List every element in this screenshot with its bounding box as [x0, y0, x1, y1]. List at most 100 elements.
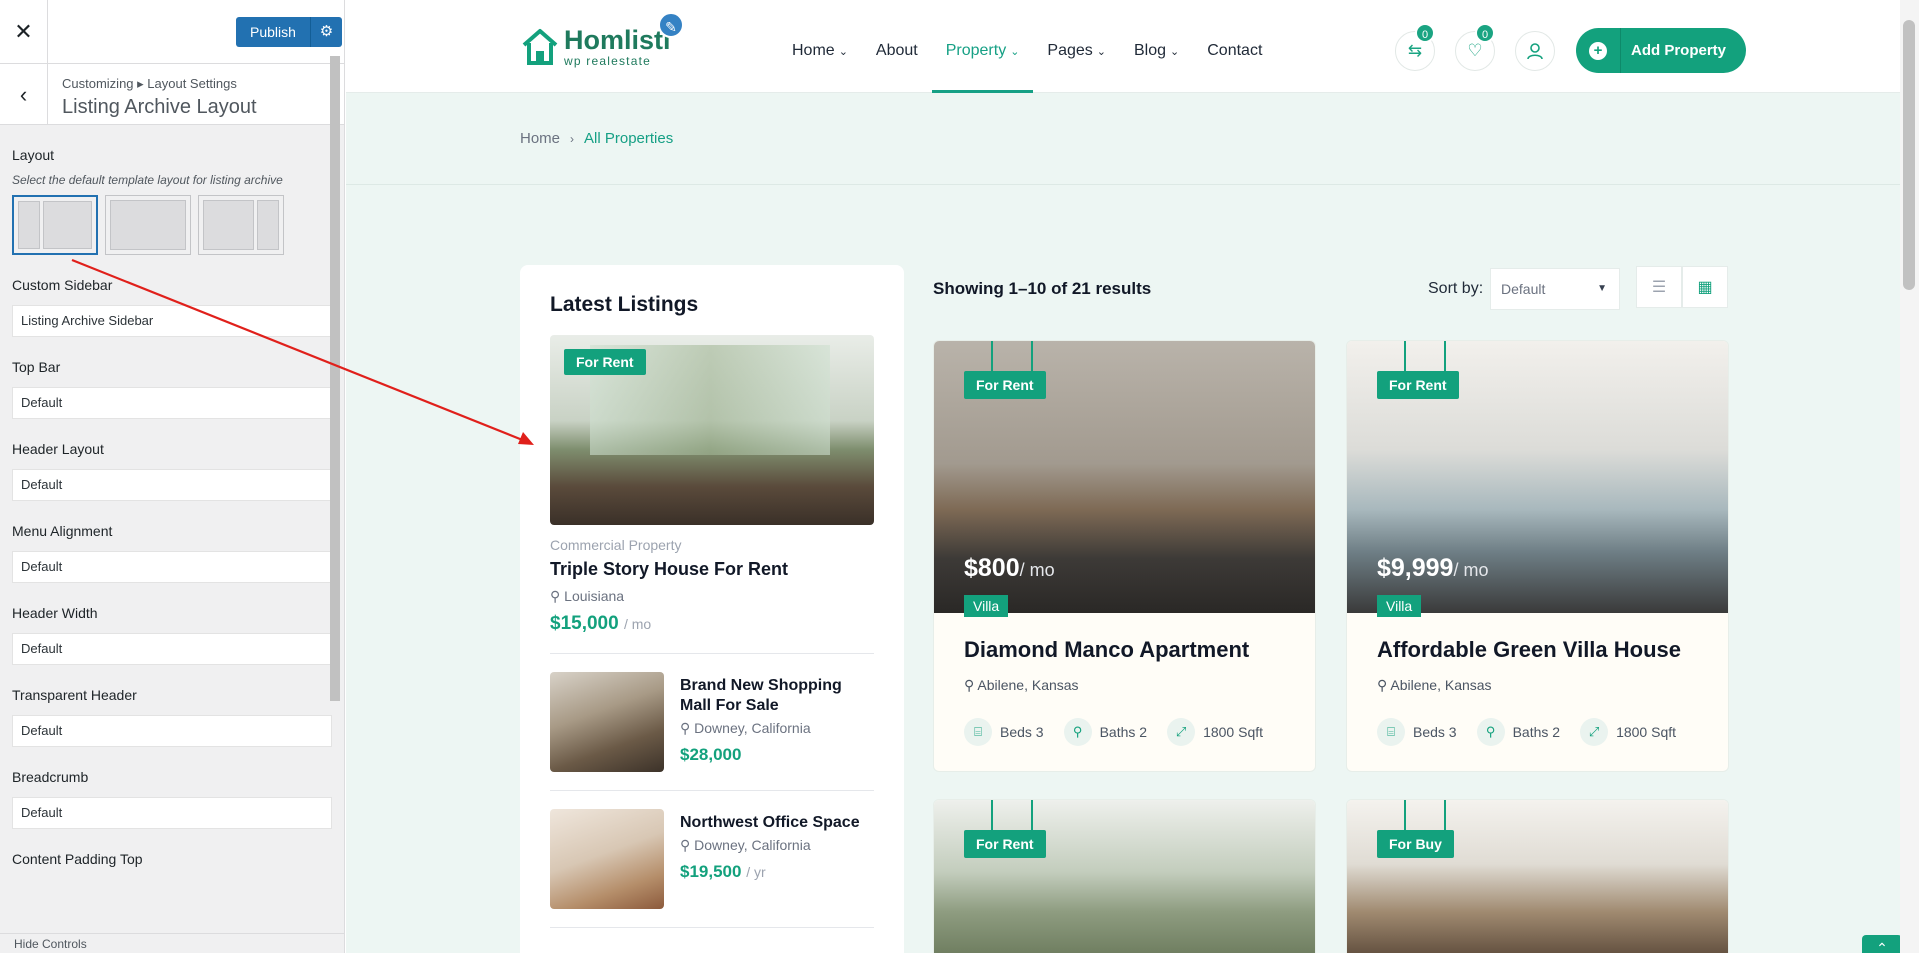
- nav-about[interactable]: About: [862, 0, 932, 93]
- property-title[interactable]: Affordable Green Villa House: [1377, 637, 1698, 663]
- baths-feature: ⚲ Baths 2: [1063, 718, 1147, 746]
- logo-text: Homlisti wp realestate: [564, 26, 671, 68]
- header-layout-select[interactable]: Default: [12, 469, 332, 501]
- listing-title[interactable]: Northwest Office Space: [680, 813, 860, 833]
- listing-price: $28,000: [680, 745, 742, 764]
- expand-icon: ⤢: [1167, 718, 1196, 746]
- grid-icon: ▦: [1697, 279, 1713, 296]
- bed-icon: ⌸: [1377, 718, 1405, 746]
- nav-property[interactable]: Property ⌄: [931, 0, 1034, 93]
- header-width-select[interactable]: Default: [12, 633, 332, 665]
- page-scrollbar[interactable]: [1900, 0, 1919, 953]
- publish-group: Publish ⚙: [236, 17, 342, 47]
- logo-name: Homlisti: [564, 25, 671, 55]
- list-item[interactable]: Brand New Shopping Mall For Sale ⚲ Downe…: [550, 672, 874, 772]
- featured-category[interactable]: Commercial Property: [550, 537, 874, 553]
- field-label: Breadcrumb: [12, 769, 89, 785]
- featured-price-unit: / mo: [623, 616, 652, 632]
- property-image[interactable]: For Buy: [1347, 800, 1728, 953]
- property-card[interactable]: For Rent $9,999/ mo Villa Affordable Gre…: [1346, 340, 1729, 772]
- breadcrumb-select[interactable]: Default: [12, 797, 332, 829]
- layout-options: [12, 195, 332, 255]
- hide-controls-button[interactable]: Hide Controls: [0, 933, 344, 953]
- layout-col: [18, 201, 40, 249]
- list-item[interactable]: Northwest Office Space ⚲ Downey, Califor…: [550, 809, 874, 909]
- price-value: $800: [964, 554, 1020, 582]
- bed-icon: ⌸: [964, 718, 992, 746]
- property-price: $9,999/ mo: [1377, 554, 1488, 583]
- customizer-panel: ✕ Publish ⚙ ‹ Customizing ▸ Layout Setti…: [0, 0, 345, 953]
- price-unit: / mo: [1453, 560, 1489, 580]
- wishlist-button[interactable]: ♡ 0: [1455, 23, 1495, 71]
- gear-icon[interactable]: ⚙: [309, 17, 342, 47]
- property-type-badge[interactable]: Villa: [964, 595, 1009, 617]
- nav-pages[interactable]: Pages ⌄: [1033, 0, 1120, 93]
- listing-title[interactable]: Brand New Shopping Mall For Sale: [680, 676, 874, 716]
- layout-option-full-width[interactable]: [105, 195, 191, 255]
- nav-contact[interactable]: Contact: [1193, 0, 1276, 93]
- nav-blog[interactable]: Blog ⌄: [1120, 0, 1193, 93]
- customizer-scrollbar[interactable]: [330, 56, 340, 701]
- layout-option-right-sidebar[interactable]: [198, 195, 284, 255]
- listing-price-unit: / yr: [746, 864, 766, 880]
- property-image[interactable]: For Rent $800/ mo Villa: [934, 341, 1315, 617]
- top-bar-select[interactable]: Default: [12, 387, 332, 419]
- latest-listings-widget: Latest Listings For Rent Commercial Prop…: [520, 265, 904, 953]
- publish-button[interactable]: Publish: [236, 17, 310, 47]
- customizer-breadcrumb: Customizing ▸ Layout Settings: [62, 76, 237, 91]
- scrollbar-thumb[interactable]: [1903, 20, 1915, 290]
- card-body: Affordable Green Villa House ⚲ Abilene, …: [1347, 613, 1728, 771]
- customizer-controls: Layout Select the default template layou…: [0, 147, 344, 867]
- map-pin-icon: ⚲: [1377, 677, 1391, 693]
- nav-home[interactable]: Home ⌄: [778, 0, 862, 93]
- listing-info: Northwest Office Space ⚲ Downey, Califor…: [680, 809, 860, 909]
- list-view-button[interactable]: ☰: [1636, 266, 1682, 308]
- house-logo-icon: [522, 29, 558, 65]
- property-card[interactable]: For Rent $800/ mo Villa Diamond Manco Ap…: [933, 340, 1316, 772]
- property-card[interactable]: For Buy: [1346, 799, 1729, 953]
- property-image[interactable]: For Rent $9,999/ mo Villa: [1347, 341, 1728, 617]
- grid-view-button[interactable]: ▦: [1682, 266, 1728, 308]
- beds-label: Beds 3: [1413, 724, 1457, 740]
- pencil-icon[interactable]: ✎: [658, 12, 684, 38]
- layout-option-left-sidebar[interactable]: [12, 195, 98, 255]
- map-pin-icon: ⚲: [550, 588, 565, 604]
- close-icon[interactable]: ✕: [0, 0, 48, 64]
- featured-price-value: $15,000: [550, 613, 619, 634]
- beds-feature: ⌸ Beds 3: [1377, 718, 1457, 746]
- listing-thumbnail[interactable]: [550, 809, 664, 909]
- listing-thumbnail[interactable]: [550, 672, 664, 772]
- area-label: 1800 Sqft: [1203, 724, 1264, 740]
- results-count: Showing 1–10 of 21 results: [933, 279, 1152, 298]
- chevron-down-icon: ⌄: [838, 46, 848, 58]
- price-value: $9,999: [1377, 554, 1454, 582]
- chevron-down-icon: ⌄: [1096, 46, 1106, 58]
- property-card[interactable]: For Rent: [933, 799, 1316, 953]
- site-header: Homlisti wp realestate ✎ Home ⌄ About Pro…: [346, 0, 1919, 93]
- list-icon: ☰: [1651, 279, 1667, 296]
- property-image[interactable]: For Rent: [934, 800, 1315, 953]
- listing-info: Brand New Shopping Mall For Sale ⚲ Downe…: [680, 672, 874, 772]
- field-label: Custom Sidebar: [12, 277, 113, 293]
- transparent-header-select[interactable]: Default: [12, 715, 332, 747]
- property-type-badge[interactable]: Villa: [1377, 595, 1422, 617]
- add-property-button[interactable]: + Add Property: [1576, 28, 1746, 73]
- chevron-left-icon[interactable]: ‹: [0, 64, 48, 125]
- account-button[interactable]: [1515, 31, 1555, 71]
- compare-button[interactable]: ⇆ 0: [1395, 23, 1435, 71]
- featured-title[interactable]: Triple Story House For Rent: [550, 559, 874, 580]
- layout-col: [203, 200, 254, 250]
- featured-listing-image[interactable]: For Rent: [550, 335, 874, 525]
- area-feature: ⤢ 1800 Sqft: [1167, 718, 1263, 746]
- breadcrumb-home[interactable]: Home: [520, 130, 560, 147]
- scroll-to-top-button[interactable]: ⌃: [1862, 935, 1902, 953]
- menu-alignment-select[interactable]: Default: [12, 551, 332, 583]
- map-pin-icon: ⚲: [680, 720, 695, 736]
- divider: [550, 653, 874, 654]
- customizer-title-bar: ‹ Customizing ▸ Layout Settings Listing …: [0, 64, 344, 125]
- tag-hanger: [1404, 341, 1446, 375]
- sort-select[interactable]: Default ▼: [1490, 268, 1620, 310]
- custom-sidebar-select[interactable]: Listing Archive Sidebar: [12, 305, 332, 337]
- property-title[interactable]: Diamond Manco Apartment: [964, 637, 1285, 663]
- site-logo[interactable]: Homlisti wp realestate: [520, 26, 671, 68]
